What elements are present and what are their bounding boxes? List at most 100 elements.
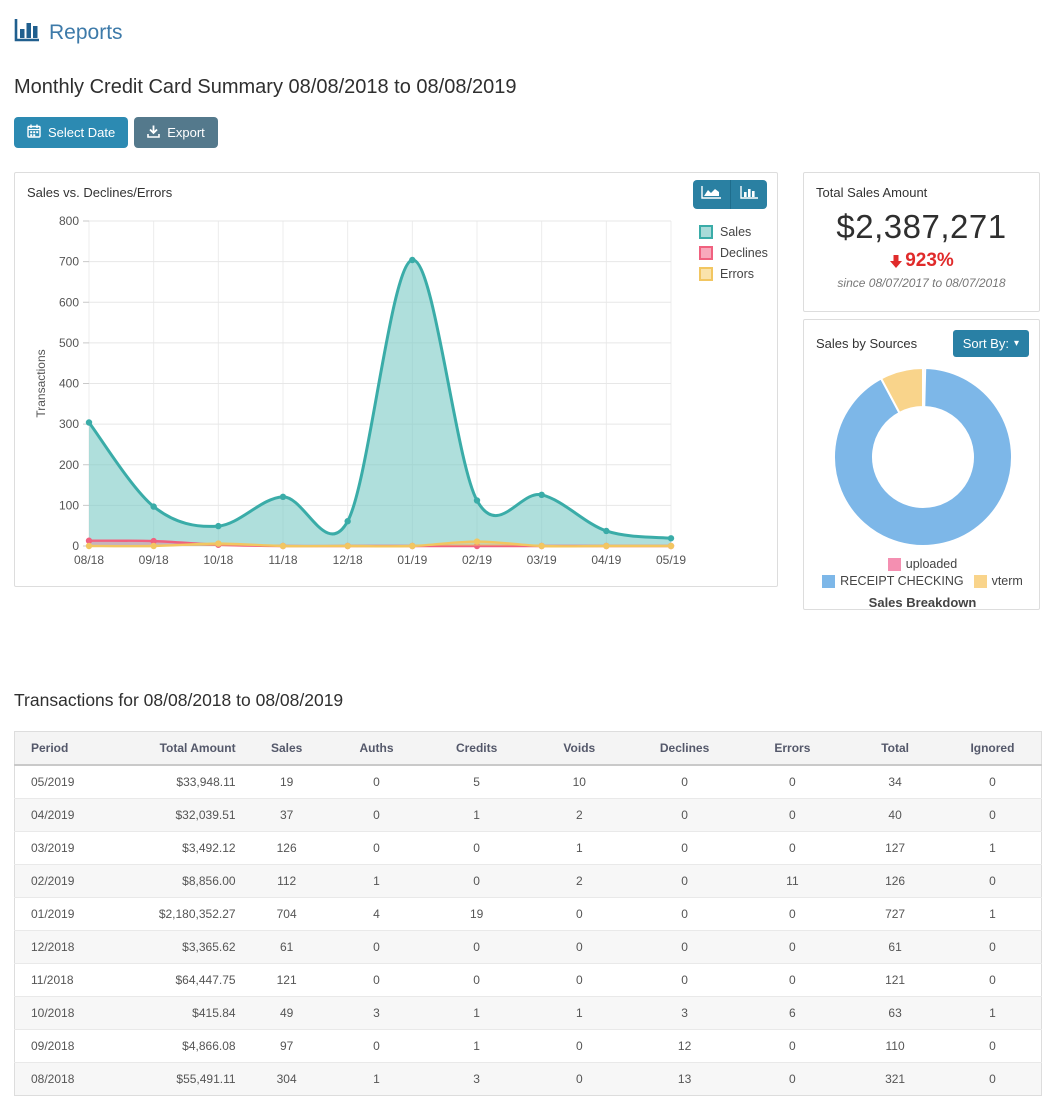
legend-swatch (888, 558, 901, 571)
table-cell: 40 (846, 799, 944, 832)
table-cell: 121 (846, 964, 944, 997)
table-cell: 1 (528, 832, 631, 865)
table-cell: 5 (425, 765, 528, 799)
sort-by-label: Sort By: (963, 336, 1009, 351)
table-cell: 704 (246, 898, 328, 931)
table-cell: 727 (846, 898, 944, 931)
table-cell: 127 (846, 832, 944, 865)
svg-text:400: 400 (59, 377, 79, 391)
table-cell: 61 (846, 931, 944, 964)
table-cell: 0 (944, 964, 1042, 997)
table-row: 09/2018$4,866.08970101201100 (15, 1030, 1042, 1063)
table-cell: 02/2019 (15, 865, 107, 898)
table-cell: 1 (944, 898, 1042, 931)
table-row: 03/2019$3,492.12126001001271 (15, 832, 1042, 865)
table-cell: 121 (246, 964, 328, 997)
svg-text:200: 200 (59, 458, 79, 472)
legend-item-errors[interactable]: Errors (699, 267, 768, 281)
legend-label: vterm (992, 574, 1023, 588)
sales-change-value: 923% (905, 250, 954, 272)
svg-text:02/19: 02/19 (462, 553, 492, 567)
total-sales-label: Total Sales Amount (816, 185, 1027, 200)
table-cell: 11 (738, 865, 846, 898)
table-cell: $55,491.11 (107, 1063, 246, 1096)
page: Reports Monthly Credit Card Summary 08/0… (0, 0, 1056, 1069)
table-cell: 19 (246, 765, 328, 799)
table-cell: 126 (246, 832, 328, 865)
table-cell: 34 (846, 765, 944, 799)
table-cell: $3,492.12 (107, 832, 246, 865)
table-cell: 4 (328, 898, 426, 931)
table-cell: 08/2018 (15, 1063, 107, 1096)
table-cell: 321 (846, 1063, 944, 1096)
sales-declines-errors-chart: 010020030040050060070080008/1809/1810/18… (15, 173, 777, 586)
svg-text:11/18: 11/18 (268, 553, 297, 567)
table-cell: 0 (631, 799, 739, 832)
toolbar: Select Date Export (14, 117, 1040, 148)
table-cell: 0 (738, 898, 846, 931)
table-row: 12/2018$3,365.626100000610 (15, 931, 1042, 964)
sales-sources-donut-chart (823, 359, 1023, 555)
table-cell: 2 (528, 799, 631, 832)
table-row: 02/2019$8,856.001121020111260 (15, 865, 1042, 898)
table-cell: $64,447.75 (107, 964, 246, 997)
donut-legend-item-uploaded[interactable]: uploaded (888, 557, 957, 571)
table-cell: 126 (846, 865, 944, 898)
table-cell: 0 (738, 1063, 846, 1096)
select-date-label: Select Date (48, 125, 115, 140)
table-cell: 3 (425, 1063, 528, 1096)
sales-by-sources-card: Sales by Sources Sort By: ▾ uploaded RECE… (803, 319, 1040, 610)
table-cell: 0 (631, 931, 739, 964)
transactions-table: PeriodTotal AmountSalesAuthsCreditsVoids… (14, 731, 1042, 1096)
table-cell: 0 (425, 964, 528, 997)
svg-text:0: 0 (72, 539, 79, 553)
table-cell: 0 (425, 931, 528, 964)
table-cell: 05/2019 (15, 765, 107, 799)
app-header: Reports (14, 18, 1040, 48)
total-sales-amount: $2,387,271 (816, 208, 1027, 246)
transactions-table-header: PeriodTotal AmountSalesAuthsCreditsVoids… (15, 732, 1042, 766)
svg-text:500: 500 (59, 336, 79, 350)
donut-legend-item-vterm[interactable]: vterm (974, 574, 1023, 588)
svg-text:08/18: 08/18 (74, 553, 104, 567)
transactions-heading: Transactions for 08/08/2018 to 08/08/201… (14, 690, 1040, 711)
donut-legend-item-receipt-checking[interactable]: RECEIPT CHECKING (822, 574, 963, 588)
column-header-total-amount: Total Amount (107, 732, 246, 766)
arrow-down-icon (889, 254, 903, 269)
table-cell: 1 (944, 832, 1042, 865)
table-cell: 0 (425, 832, 528, 865)
legend-item-declines[interactable]: Declines (699, 246, 768, 260)
caret-down-icon: ▾ (1014, 338, 1019, 349)
column-header-period: Period (15, 732, 107, 766)
table-cell: 11/2018 (15, 964, 107, 997)
table-cell: 2 (528, 865, 631, 898)
table-cell: 0 (328, 931, 426, 964)
svg-text:03/19: 03/19 (527, 553, 557, 567)
reports-bar-chart-icon (14, 18, 41, 48)
table-cell: 304 (246, 1063, 328, 1096)
table-cell: 0 (631, 832, 739, 865)
table-cell: 110 (846, 1030, 944, 1063)
table-cell: 112 (246, 865, 328, 898)
export-button[interactable]: Export (134, 117, 218, 148)
legend-label: Declines (720, 246, 768, 260)
table-cell: 1 (328, 1063, 426, 1096)
table-cell: 1 (425, 1030, 528, 1063)
donut-chart-wrap (816, 359, 1029, 555)
table-cell: 19 (425, 898, 528, 931)
table-cell: 1 (425, 799, 528, 832)
comparison-period-note: since 08/07/2017 to 08/07/2018 (816, 276, 1027, 290)
legend-item-sales[interactable]: Sales (699, 225, 768, 239)
svg-text:800: 800 (59, 214, 79, 228)
table-cell: 61 (246, 931, 328, 964)
sources-card-header: Sales by Sources Sort By: ▾ (816, 330, 1029, 357)
table-cell: 0 (944, 799, 1042, 832)
table-row: 08/2018$55,491.113041301303210 (15, 1063, 1042, 1096)
svg-text:300: 300 (59, 417, 79, 431)
column-header-voids: Voids (528, 732, 631, 766)
table-cell: 0 (328, 765, 426, 799)
table-cell: 13 (631, 1063, 739, 1096)
sort-by-dropdown-button[interactable]: Sort By: ▾ (953, 330, 1029, 357)
app-title: Reports (49, 21, 123, 45)
select-date-button[interactable]: Select Date (14, 117, 128, 148)
